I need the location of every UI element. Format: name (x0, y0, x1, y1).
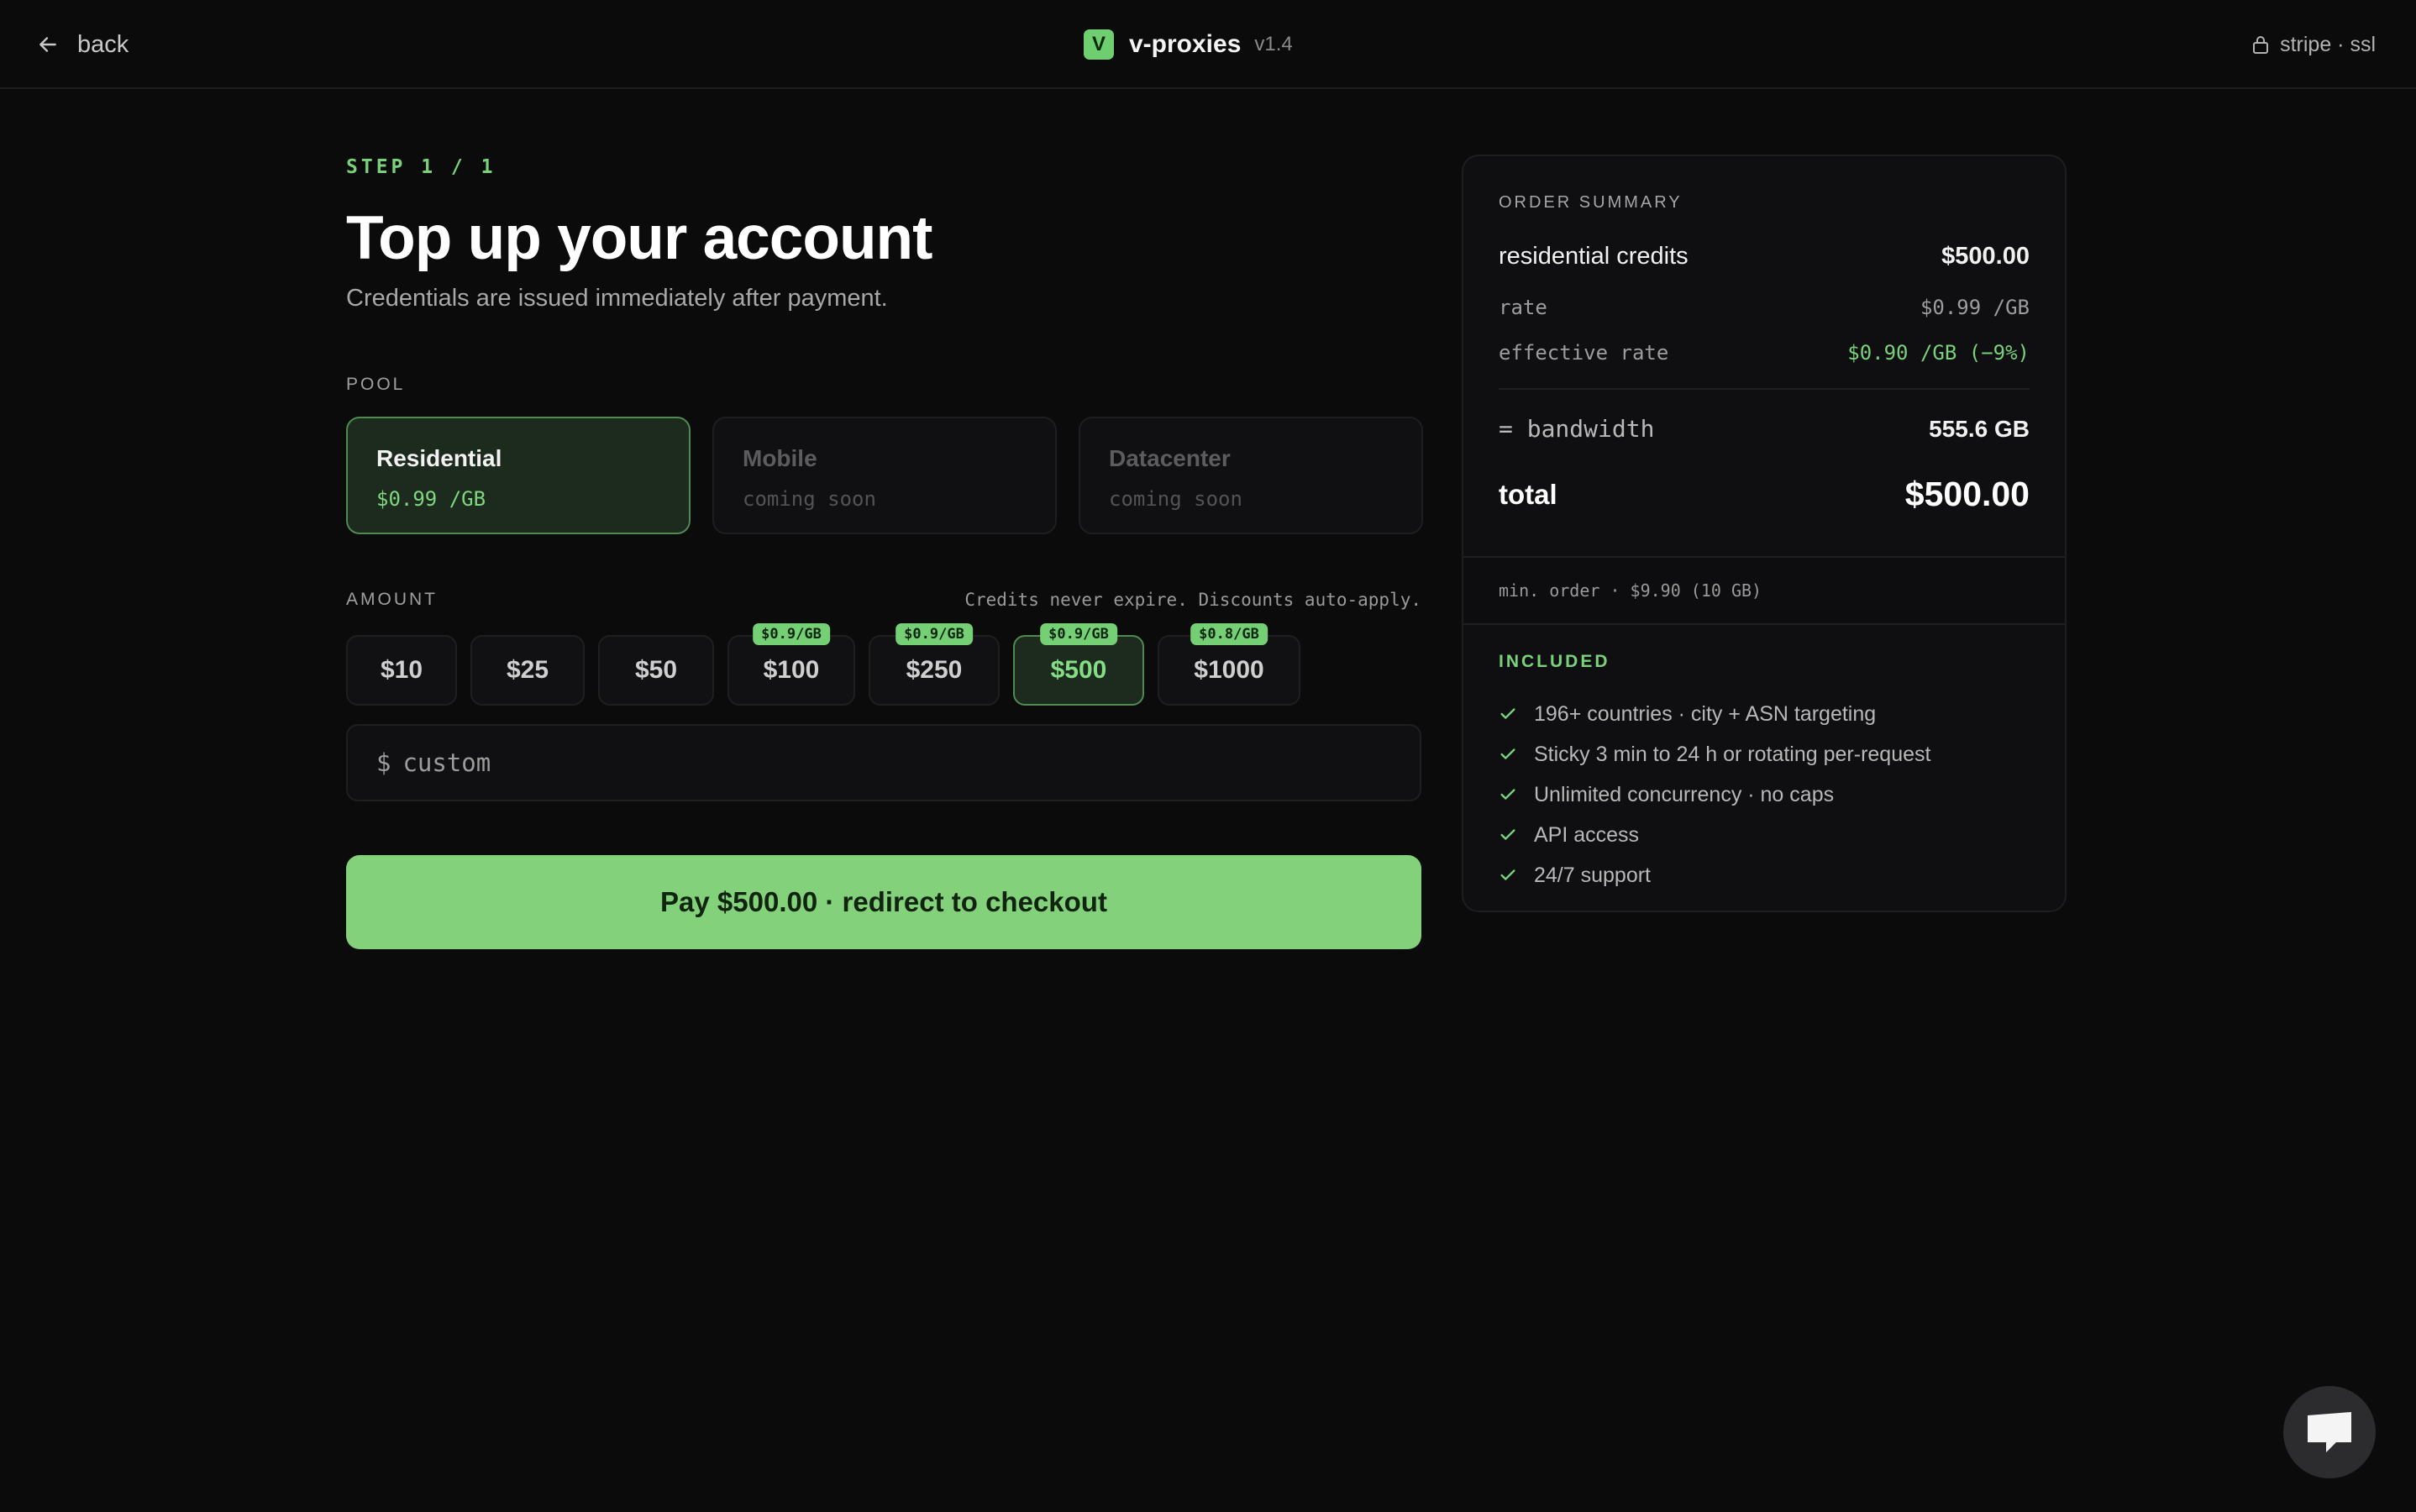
amount-value: $1000 (1194, 656, 1264, 684)
amount-option-250[interactable]: $0.9/GB $250 (869, 623, 1000, 706)
amount-option-1000[interactable]: $0.8/GB $1000 (1158, 623, 1300, 706)
summary-item-label: residential credits (1499, 243, 1689, 270)
summary-item-row: residential credits $500.00 (1499, 243, 2030, 270)
amount-value: $50 (634, 656, 678, 684)
summary-divider (1499, 388, 2030, 390)
list-item: 24/7 support (1499, 855, 2030, 895)
check-icon (1500, 748, 1515, 759)
included-text: 196+ countries · city + ASN targeting (1534, 701, 1877, 726)
summary-item-value: $500.00 (1941, 243, 2030, 270)
checkout-form: STEP 1 / 1 Top up your account Credentia… (346, 156, 1423, 949)
custom-amount-field[interactable]: $ (346, 724, 1421, 801)
discount-badge: $0.8/GB (1190, 623, 1268, 645)
pool-price: $0.99 /GB (376, 487, 486, 511)
included-title: INCLUDED (1499, 652, 1610, 671)
amount-selector: $10 $25 $50 $0.9/GB $100 $0.9/GB $250 $0… (346, 623, 1300, 706)
pool-name: Residential (376, 445, 502, 471)
summary-rate-row: rate $0.99 /GB (1499, 296, 2030, 319)
pool-option-residential[interactable]: Residential $0.99 /GB (346, 417, 691, 534)
check-icon (1500, 708, 1515, 719)
list-item: Unlimited concurrency · no caps (1499, 774, 2030, 815)
bandwidth-label: = bandwidth (1499, 415, 1655, 443)
step-indicator: STEP 1 / 1 (346, 156, 496, 178)
page-subtitle: Credentials are issued immediately after… (346, 285, 888, 312)
amount-value: $250 (906, 656, 963, 684)
rate-value: $0.99 /GB (1920, 296, 2030, 319)
pool-status: coming soon (1109, 487, 1242, 511)
pool-name: Datacenter (1109, 445, 1231, 471)
effective-rate-value: $0.90 /GB (−9%) (1847, 341, 2030, 365)
amount-option-100[interactable]: $0.9/GB $100 (727, 623, 855, 706)
summary-total-row: total $500.00 (1499, 475, 2030, 514)
brand: V v-proxies v1.4 (1084, 24, 1293, 66)
pay-button[interactable]: Pay $500.00 · redirect to checkout (346, 855, 1421, 949)
discount-badge: $0.9/GB (753, 623, 830, 645)
check-icon (1500, 789, 1515, 800)
list-item: 196+ countries · city + ASN targeting (1499, 694, 2030, 734)
back-label: back (77, 30, 129, 58)
total-value: $500.00 (1904, 475, 2030, 513)
page-title: Top up your account (346, 204, 932, 272)
summary-effective-rate-row: effective rate $0.90 /GB (−9%) (1499, 341, 2030, 365)
pool-status: coming soon (743, 487, 876, 511)
amount-option-10[interactable]: $10 (346, 635, 457, 706)
pool-selector: Residential $0.99 /GB Mobile coming soon… (346, 417, 1423, 534)
pool-label: POOL (346, 375, 406, 394)
check-icon (1500, 869, 1515, 880)
summary-bandwidth-row: = bandwidth 555.6 GB (1499, 415, 2030, 443)
check-icon (1500, 829, 1515, 840)
discount-badge: $0.9/GB (1040, 623, 1117, 645)
secure-indicator: stripe · ssl (2251, 27, 2376, 62)
brand-version: v1.4 (1254, 33, 1293, 55)
amount-value: $10 (380, 656, 423, 684)
chat-icon (2308, 1412, 2351, 1452)
effective-rate-label: effective rate (1499, 341, 1669, 365)
custom-amount-input[interactable] (402, 748, 907, 777)
included-section: INCLUDED 196+ countries · city + ASN tar… (1499, 652, 2030, 895)
back-button[interactable]: back (37, 25, 129, 64)
list-item: API access (1499, 815, 2030, 855)
amount-note: Credits never expire. Discounts auto-app… (964, 590, 1421, 610)
brand-name: v-proxies (1129, 30, 1242, 58)
amount-value: $25 (506, 656, 549, 684)
included-list: 196+ countries · city + ASN targeting St… (1499, 694, 2030, 895)
pool-name: Mobile (743, 445, 817, 471)
amount-value: $100 (763, 656, 820, 684)
currency-prefix: $ (376, 748, 391, 777)
amount-option-500[interactable]: $0.9/GB $500 (1013, 623, 1144, 706)
secure-label: stripe · ssl (2280, 32, 2376, 56)
total-label: total (1499, 478, 1557, 510)
min-order-note: min. order · $9.90 (10 GB) (1463, 556, 2065, 625)
included-text: Sticky 3 min to 24 h or rotating per-req… (1534, 742, 1931, 766)
summary-title: ORDER SUMMARY (1499, 193, 1683, 212)
included-text: 24/7 support (1534, 863, 1651, 887)
pool-option-datacenter: Datacenter coming soon (1079, 417, 1423, 534)
lock-icon (2253, 36, 2269, 54)
top-bar: back V v-proxies v1.4 stripe · ssl (0, 0, 2416, 89)
amount-option-25[interactable]: $25 (470, 635, 585, 706)
bandwidth-value: 555.6 GB (1929, 415, 2030, 442)
rate-label: rate (1499, 296, 1547, 319)
list-item: Sticky 3 min to 24 h or rotating per-req… (1499, 734, 2030, 774)
amount-value: $500 (1050, 656, 1107, 684)
included-text: API access (1534, 822, 1640, 847)
discount-badge: $0.9/GB (895, 623, 973, 645)
order-summary-card: ORDER SUMMARY residential credits $500.0… (1462, 155, 2067, 912)
amount-option-50[interactable]: $50 (598, 635, 714, 706)
pool-option-mobile: Mobile coming soon (712, 417, 1057, 534)
arrow-left-icon (39, 37, 56, 52)
amount-label: AMOUNT (346, 590, 438, 609)
logo: V (1084, 29, 1114, 60)
min-order-text: min. order · $9.90 (10 GB) (1499, 580, 1762, 601)
included-text: Unlimited concurrency · no caps (1534, 782, 1835, 806)
chat-button[interactable] (2283, 1386, 2376, 1478)
